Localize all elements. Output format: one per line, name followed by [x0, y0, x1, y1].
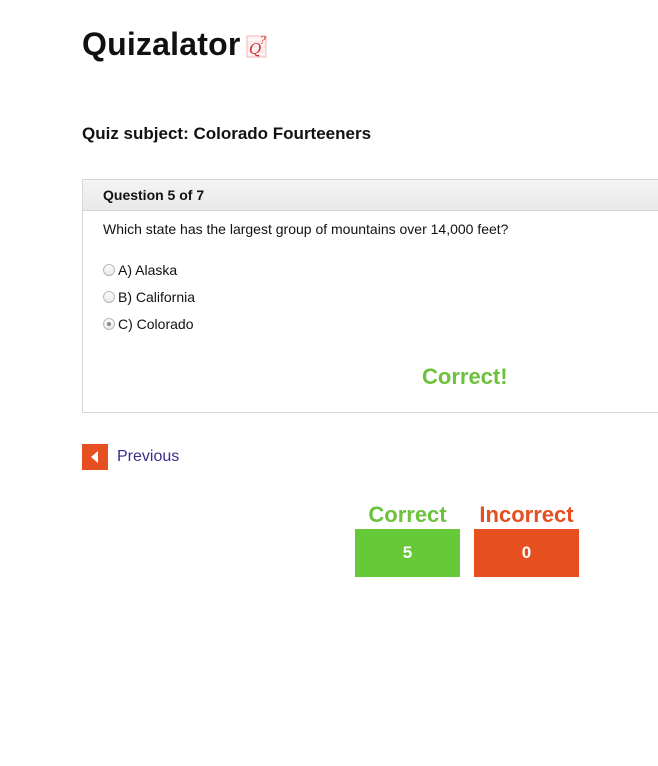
answer-result-message: Correct! [422, 364, 508, 389]
radio-button-b[interactable] [103, 290, 115, 303]
chevron-left-icon[interactable] [82, 444, 108, 470]
incorrect-score-label: Incorrect [479, 502, 574, 527]
incorrect-score-value: 0 [474, 529, 579, 577]
radio-button-c[interactable] [103, 317, 115, 330]
question-card: Question 5 of 7 Which state has the larg… [82, 179, 658, 413]
answer-option-a[interactable]: A) Alaska [103, 256, 195, 283]
question-counter: Question 5 of 7 [83, 180, 658, 211]
answer-option-c[interactable]: C) Colorado [103, 310, 195, 337]
answer-option-label: C) Colorado [118, 315, 194, 332]
answer-option-label: B) California [118, 288, 196, 305]
answer-option-b[interactable]: B) California [103, 283, 195, 310]
radio-button-a[interactable] [103, 263, 115, 276]
app-title: Quizalator [82, 26, 241, 62]
answer-option-label: A) Alaska [118, 261, 178, 278]
previous-link-label[interactable]: Previous [117, 448, 179, 466]
app-header: Quizalator Q ? [82, 26, 270, 63]
quiz-page: Quizalator Q ? Quiz subject: Colorado Fo… [0, 0, 658, 766]
question-text: Which state has the largest group of mou… [103, 221, 509, 237]
quiz-subject-heading: Quiz subject: Colorado Fourteeners [82, 124, 372, 143]
correct-score-label: Correct [368, 502, 447, 527]
answer-options: A) Alaska B) California C) Colorado [103, 256, 195, 337]
correct-score-value: 5 [355, 529, 460, 577]
previous-button[interactable]: Previous [82, 444, 179, 470]
correct-score: Correct 5 [355, 502, 460, 577]
svg-text:?: ? [260, 34, 266, 47]
quiz-logo-icon: Q ? [246, 33, 270, 59]
incorrect-score: Incorrect 0 [474, 502, 579, 577]
